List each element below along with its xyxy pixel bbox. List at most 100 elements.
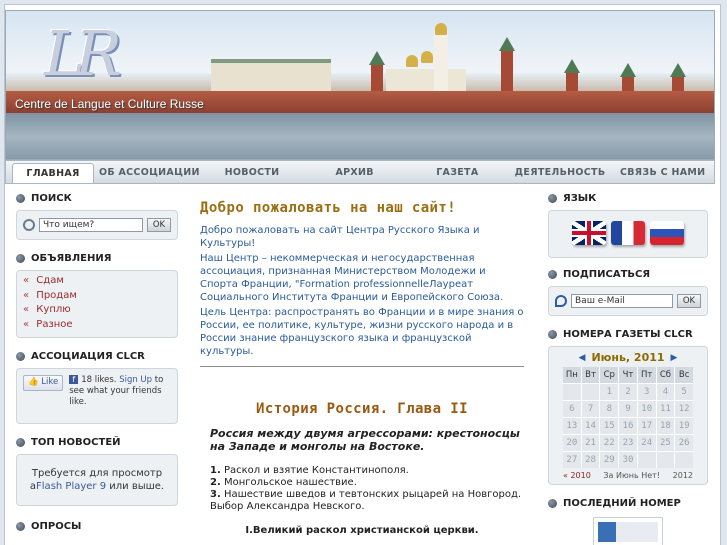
history-list: 1. Раскол и взятие Константинополя. 2. М… xyxy=(200,465,524,513)
list-text: Нашествие шведов и тевтонских рыцарей на… xyxy=(210,489,522,512)
calendar-day: 28 xyxy=(581,452,600,468)
bullet-icon xyxy=(548,193,557,203)
calendar-day: 12 xyxy=(675,401,693,417)
email-icon xyxy=(555,295,567,307)
calendar-footer: « 2010 За Июнь Нет! 2012 xyxy=(563,471,693,480)
top-news-box: Требуется для просмотр аFlash Player 9 и… xyxy=(16,454,178,506)
calendar-day: 11 xyxy=(656,401,675,417)
welcome-title: Добро пожаловать на наш сайт! xyxy=(200,200,457,216)
flash-notice: Требуется для просмотр аFlash Player 9 и… xyxy=(17,455,177,505)
bullet-icon xyxy=(548,498,557,508)
last-issue-title-label: ПОСЛЕДНИЙ НОМЕР xyxy=(563,497,681,509)
search-ok-button[interactable]: OK xyxy=(147,218,171,232)
issues-title: НОМЕРА ГАЗЕТЫ CLCR xyxy=(548,326,708,342)
site-subtitle: Centre de Langue et Culture Russe xyxy=(15,97,204,111)
issues-title-label: НОМЕРА ГАЗЕТЫ CLCR xyxy=(563,328,693,340)
bell-tower xyxy=(434,31,448,95)
subscribe-ok-button[interactable]: OK xyxy=(677,294,701,308)
calendar-month: Июнь, 2011 xyxy=(591,351,665,364)
bullet-icon xyxy=(548,269,557,279)
nav-item-about[interactable]: ОБ АССОЦИАЦИИ xyxy=(98,167,201,183)
nav-item-contact[interactable]: СВЯЗЬ С НАМИ xyxy=(611,167,714,183)
history-title[interactable]: История Россия. Глава II xyxy=(200,401,524,417)
last-issue-title: ПОСЛЕДНИЙ НОМЕР xyxy=(548,495,708,511)
calendar-day: 8 xyxy=(600,401,619,417)
river xyxy=(6,113,714,159)
list-number: 2. xyxy=(210,477,221,488)
calendar-day: 10 xyxy=(637,401,656,417)
flash-text-2: или выше. xyxy=(106,481,165,492)
list-text: Раскол и взятие Константинополя. xyxy=(220,465,409,476)
prev-year-label: 2010 xyxy=(570,471,591,480)
calendar-day: 13 xyxy=(563,418,581,434)
calendar-day: 22 xyxy=(600,435,619,451)
likes-count: 18 likes. xyxy=(81,375,117,385)
calendar-day: 1 xyxy=(600,384,619,400)
calendar-box: ◀ Июнь, 2011 ▶ Пн Вт Ср Чт Пт Сб Вс 1 2 3 4 5 6 7 8 9 10… xyxy=(548,346,708,485)
french-flag-icon[interactable] xyxy=(611,221,645,245)
email-field[interactable]: Ваш e-Mail xyxy=(571,294,673,308)
site-logo[interactable]: LR xyxy=(44,17,122,90)
gold-dome xyxy=(406,55,418,67)
calendar-day: 6 xyxy=(563,401,581,417)
calendar-day: 3 xyxy=(637,384,656,400)
flash-player-link[interactable]: Flash Player 9 xyxy=(36,481,106,492)
list-item: 1. Раскол и взятие Константинополя. xyxy=(210,465,524,477)
polls-title-label: ОПРОСЫ xyxy=(31,520,82,532)
search-title-label: ПОИСК xyxy=(31,192,72,204)
list-item: 3. Нашествие шведов и тевтонских рыцарей… xyxy=(210,489,524,513)
bullet-icon xyxy=(16,351,25,361)
header-banner: LR Centre de Langue et Culture Russe xyxy=(5,10,715,160)
prev-month-icon[interactable]: ◀ xyxy=(579,353,586,363)
nav-item-activities[interactable]: ДЕЯТЕЛЬНОСТЬ xyxy=(509,167,612,183)
search-input[interactable]: Что ищем? xyxy=(39,218,143,232)
subscribe-title-label: ПОДПИСАТЬСЯ xyxy=(563,268,651,280)
next-year-label[interactable]: 2012 xyxy=(673,471,693,480)
calendar-day xyxy=(675,452,693,468)
calendar-weekday: Вт xyxy=(581,367,600,383)
search-icon xyxy=(23,219,35,231)
bullet-icon xyxy=(16,193,25,203)
calendar-day: 14 xyxy=(581,418,600,434)
calendar-day: 26 xyxy=(675,435,693,451)
calendar-day: 30 xyxy=(619,452,637,468)
list-text: Монгольское нашествие. xyxy=(220,477,357,488)
list-number: 1. xyxy=(210,465,221,476)
russian-flag-icon[interactable] xyxy=(650,221,684,245)
search-title: ПОИСК xyxy=(16,190,178,206)
language-box xyxy=(548,210,708,258)
subscribe-title: ПОДПИСАТЬСЯ xyxy=(548,266,708,282)
last-issue-thumbnail[interactable] xyxy=(593,517,663,545)
facebook-like-button[interactable]: 👍 Like xyxy=(23,375,64,391)
calendar-day: 20 xyxy=(563,435,581,451)
prev-year-link[interactable]: « 2010 xyxy=(563,471,591,480)
ads-link-sell[interactable]: Продам xyxy=(23,290,171,305)
right-sidebar: ЯЗЫК ПОДПИСАТЬСЯ Ваш e-Mail OK НОМЕРА ГА… xyxy=(548,190,708,545)
calendar-day xyxy=(563,384,581,400)
next-month-icon[interactable]: ▶ xyxy=(671,353,678,363)
like-label: Like xyxy=(41,377,59,387)
welcome-paragraph-2: Наш Центр – некоммерческая и негосударст… xyxy=(200,253,504,303)
calendar-weekday: Чт xyxy=(619,367,637,383)
ads-link-buy[interactable]: Куплю xyxy=(23,304,171,319)
nav-item-archive[interactable]: АРХИВ xyxy=(303,167,406,183)
ads-link-rent[interactable]: Сдам xyxy=(23,275,171,290)
calendar-day xyxy=(656,452,675,468)
calendar-day: 5 xyxy=(675,384,693,400)
ads-link-other[interactable]: Разное xyxy=(23,319,171,334)
calendar-day: 25 xyxy=(656,435,675,451)
banner-sky xyxy=(6,11,714,73)
calendar-note: За Июнь Нет! xyxy=(603,471,661,480)
welcome-paragraph-1: Добро пожаловать на сайт Центра Русского… xyxy=(200,225,480,249)
calendar-day: 23 xyxy=(619,435,637,451)
welcome-paragraph-3: Цель Центра: распространять во Франции и… xyxy=(200,307,524,357)
nav-item-news[interactable]: НОВОСТИ xyxy=(201,167,304,183)
top-news-title-label: ТОП НОВОСТЕЙ xyxy=(31,436,121,448)
english-flag-icon[interactable] xyxy=(572,221,606,245)
nav-item-newspaper[interactable]: ГАЗЕТА xyxy=(406,167,509,183)
search-box: Что ищем? OK xyxy=(16,210,178,240)
divider xyxy=(200,366,524,367)
nav-item-home[interactable]: ГЛАВНАЯ xyxy=(12,163,94,183)
language-title: ЯЗЫК xyxy=(548,190,708,206)
facebook-signup-link[interactable]: Sign Up xyxy=(119,375,152,385)
